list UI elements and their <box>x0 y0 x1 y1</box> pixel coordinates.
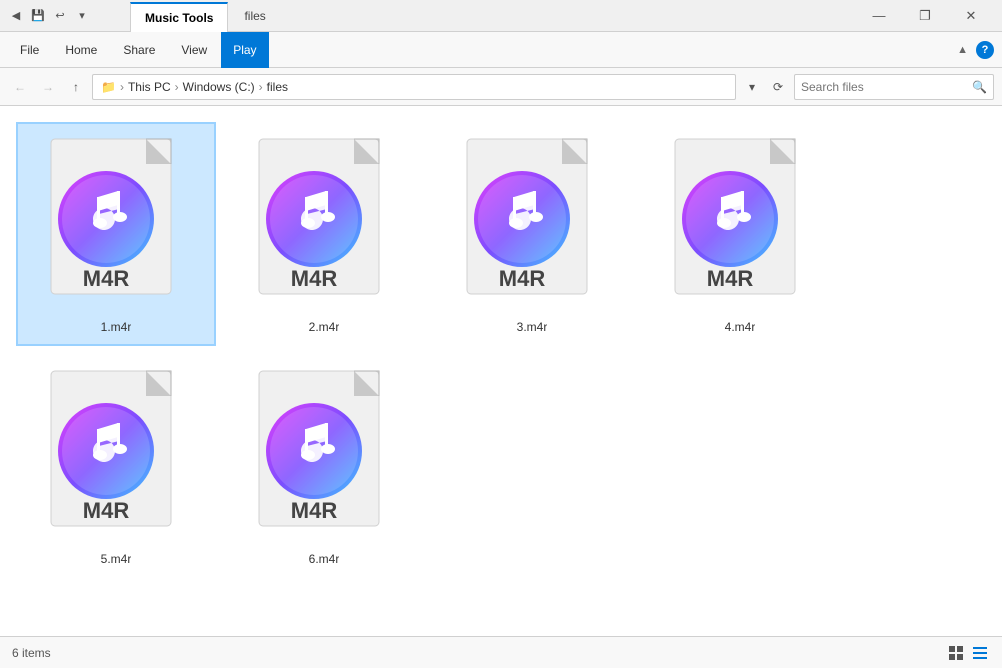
statusbar-right <box>946 643 990 663</box>
file-icon: M4R <box>249 134 399 314</box>
nav-forward-button[interactable]: → <box>36 75 60 99</box>
ribbon-tab-home[interactable]: Home <box>53 32 109 68</box>
list-item[interactable]: M4R 3.m4r <box>432 122 632 346</box>
file-icon: M4R <box>41 134 191 314</box>
svg-text:M4R: M4R <box>499 266 546 291</box>
addressbar: ← → ↑ 📁 › This PC › Windows (C:) › files… <box>0 68 1002 106</box>
undo-icon: ↩ <box>52 8 68 24</box>
content-area: M4R 1.m4r M4R 2.m4r M4R 3.m4r M4R 4.m4r M4R 5.m4r… <box>0 106 1002 636</box>
list-item[interactable]: M4R 6.m4r <box>224 354 424 578</box>
svg-text:M4R: M4R <box>83 498 130 523</box>
ribbon-collapse-arrow[interactable]: ▲ <box>953 40 972 60</box>
list-item[interactable]: M4R 2.m4r <box>224 122 424 346</box>
file-label: 4.m4r <box>725 320 756 334</box>
view-large-icons-button[interactable] <box>946 643 966 663</box>
item-count: 6 items <box>12 646 51 660</box>
file-label: 2.m4r <box>309 320 340 334</box>
search-box[interactable]: 🔍 <box>794 74 994 100</box>
ribbon: File Home Share View Play ▲ ? <box>0 32 1002 68</box>
view-details-button[interactable] <box>970 643 990 663</box>
svg-text:M4R: M4R <box>83 266 130 291</box>
breadcrumb-files[interactable]: files <box>267 80 288 94</box>
tab-music-tools[interactable]: Music Tools <box>130 2 228 32</box>
file-icon: M4R <box>665 134 815 314</box>
breadcrumb-folder-icon: 📁 <box>101 80 116 94</box>
file-icon: M4R <box>249 366 399 546</box>
file-grid: M4R 1.m4r M4R 2.m4r M4R 3.m4r M4R 4.m4r M4R 5.m4r… <box>0 106 1002 636</box>
save-icon: 💾 <box>30 8 46 24</box>
nav-back-button[interactable]: ← <box>8 75 32 99</box>
list-item[interactable]: M4R 4.m4r <box>640 122 840 346</box>
file-label: 6.m4r <box>309 552 340 566</box>
titlebar-title: files <box>244 9 265 23</box>
titlebar-tabs: Music Tools <box>130 0 228 32</box>
address-field[interactable]: 📁 › This PC › Windows (C:) › files <box>92 74 736 100</box>
titlebar: ◀ 💾 ↩ ▾ Music Tools files — ❐ ✕ <box>0 0 1002 32</box>
address-refresh-button[interactable]: ⟳ <box>766 75 790 99</box>
minimize-button[interactable]: — <box>856 0 902 32</box>
list-item[interactable]: M4R 1.m4r <box>16 122 216 346</box>
svg-text:M4R: M4R <box>707 266 754 291</box>
breadcrumb-sep-2: › <box>175 80 179 94</box>
window-controls: — ❐ ✕ <box>856 0 994 32</box>
ribbon-tab-share[interactable]: Share <box>111 32 167 68</box>
dropdown-icon[interactable]: ▾ <box>74 8 90 24</box>
ribbon-tab-file[interactable]: File <box>8 32 51 68</box>
svg-text:M4R: M4R <box>291 498 338 523</box>
breadcrumb-sep-3: › <box>259 80 263 94</box>
address-right-controls: ▾ ⟳ <box>740 75 790 99</box>
help-button[interactable]: ? <box>976 41 994 59</box>
statusbar: 6 items <box>0 636 1002 668</box>
list-item[interactable]: M4R 5.m4r <box>16 354 216 578</box>
svg-text:M4R: M4R <box>291 266 338 291</box>
titlebar-system-icons: ◀ 💾 ↩ ▾ <box>8 8 90 24</box>
ribbon-tab-view[interactable]: View <box>169 32 219 68</box>
file-label: 3.m4r <box>517 320 548 334</box>
breadcrumb-this-pc[interactable]: This PC <box>128 80 171 94</box>
file-icon: M4R <box>41 366 191 546</box>
file-label: 1.m4r <box>101 320 132 334</box>
back-arrow-icon: ◀ <box>8 8 24 24</box>
file-label: 5.m4r <box>101 552 132 566</box>
breadcrumb-sep-1: › <box>120 80 124 94</box>
ribbon-extra: ▲ ? <box>953 40 994 60</box>
restore-button[interactable]: ❐ <box>902 0 948 32</box>
close-button[interactable]: ✕ <box>948 0 994 32</box>
address-dropdown-button[interactable]: ▾ <box>740 75 764 99</box>
nav-up-button[interactable]: ↑ <box>64 75 88 99</box>
search-icon: 🔍 <box>972 80 987 94</box>
ribbon-tab-play[interactable]: Play <box>221 32 268 68</box>
breadcrumb-windows-c[interactable]: Windows (C:) <box>183 80 255 94</box>
search-input[interactable] <box>801 80 968 94</box>
file-icon: M4R <box>457 134 607 314</box>
